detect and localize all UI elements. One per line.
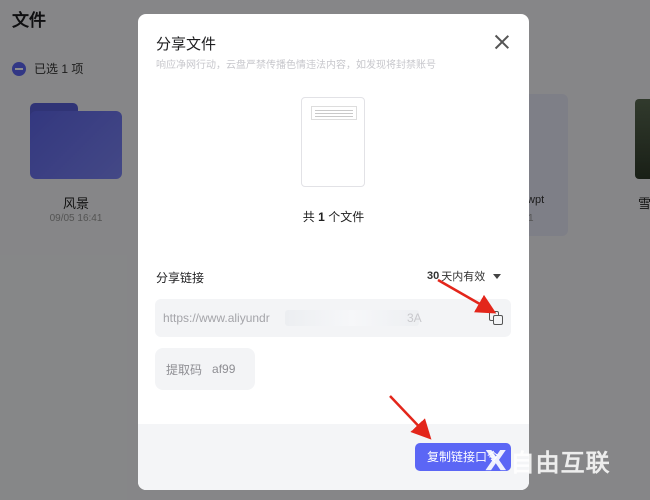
watermark-logo: X 自由互联 [485,443,611,478]
watermark-text: 自由互联 [510,450,611,477]
arrow-to-copy-button [389,395,432,440]
annotation-arrows [389,278,497,440]
watermark-mark: X [485,444,507,477]
arrow-to-copy-icon [437,278,497,314]
